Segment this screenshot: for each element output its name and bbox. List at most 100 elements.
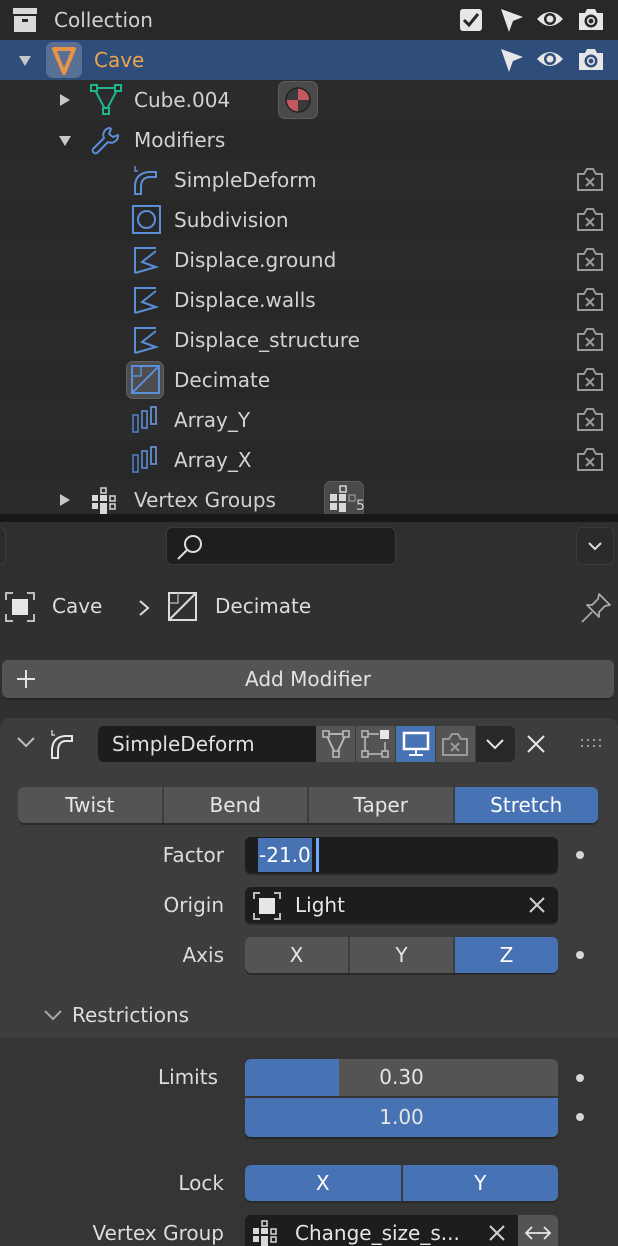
axis-z[interactable]: Z: [455, 937, 558, 973]
limits-label: Limits: [158, 1065, 218, 1089]
modifier-label[interactable]: SimpleDeform: [174, 160, 317, 200]
render-disabled-camera-icon[interactable]: [576, 246, 604, 272]
expand-toggle-icon[interactable]: [60, 494, 70, 506]
area-divider[interactable]: [0, 514, 618, 522]
outliner-modifier-row[interactable]: SimpleDeform: [0, 160, 618, 200]
eye-icon[interactable]: [536, 48, 564, 70]
modifier-label[interactable]: Displace.walls: [174, 280, 316, 320]
outliner-row-cave[interactable]: Cave: [0, 40, 618, 80]
camera-icon[interactable]: [577, 46, 605, 72]
selectable-arrow-icon[interactable]: [499, 7, 525, 33]
render-toggle[interactable]: [436, 726, 475, 762]
pin-icon[interactable]: [580, 592, 612, 624]
modifier-label[interactable]: Array_Y: [174, 400, 250, 440]
outliner-modifier-row[interactable]: Displace.walls: [0, 280, 618, 320]
selectable-arrow-icon[interactable]: [499, 47, 525, 73]
clear-field-close-icon[interactable]: [528, 896, 546, 914]
viewport-display-toggle[interactable]: [396, 726, 435, 762]
factor-input[interactable]: -21.0: [245, 837, 558, 873]
remove-modifier-close-icon[interactable]: [526, 734, 546, 754]
properties-editor: Cave Decimate Add Modifier SimpleDeform: [0, 522, 618, 1246]
mode-bend[interactable]: Bend: [163, 787, 309, 823]
render-disabled-camera-icon[interactable]: [576, 446, 604, 472]
panel-collapse-chevron-icon[interactable]: [16, 736, 36, 750]
modifier-label[interactable]: Displace_structure: [174, 320, 360, 360]
restrictions-subpanel-header[interactable]: Restrictions: [0, 992, 618, 1038]
properties-header: [0, 522, 618, 568]
outliner-row-collection[interactable]: Collection: [0, 0, 618, 40]
origin-label: Origin: [163, 893, 224, 917]
decimate-icon: [168, 592, 198, 622]
render-disabled-camera-icon[interactable]: [576, 206, 604, 232]
expand-toggle-icon[interactable]: [60, 94, 70, 106]
outliner-row-modifiers[interactable]: Modifiers: [0, 120, 618, 160]
material-icon[interactable]: [278, 81, 318, 119]
editor-type-button[interactable]: [0, 527, 6, 565]
animate-property-dot[interactable]: [576, 851, 584, 859]
render-disabled-camera-icon[interactable]: [576, 366, 604, 392]
render-disabled-camera-icon[interactable]: [576, 326, 604, 352]
limit-max-slider[interactable]: 1.00: [245, 1098, 558, 1137]
collection-label: Collection: [54, 8, 153, 32]
vertex-groups-count: 5: [356, 498, 365, 514]
edit-mode-toggle[interactable]: [316, 726, 355, 762]
lock-label: Lock: [178, 1171, 224, 1195]
limit-min-slider[interactable]: 0.30: [245, 1059, 558, 1096]
outliner-modifier-row[interactable]: Decimate: [0, 360, 618, 400]
modifier-label[interactable]: Displace.ground: [174, 240, 336, 280]
drag-handle-icon[interactable]: [580, 738, 604, 750]
limit-min-value: 0.30: [379, 1065, 424, 1089]
search-input[interactable]: [166, 527, 396, 565]
axis-x[interactable]: X: [245, 937, 350, 973]
vertex-group-field[interactable]: Change_size_s...: [245, 1215, 518, 1246]
exclude-checkbox-icon[interactable]: [459, 8, 483, 32]
mode-twist[interactable]: Twist: [18, 787, 164, 823]
limits-group: 0.30 1.00: [245, 1059, 558, 1137]
modifier-label[interactable]: Array_X: [174, 440, 252, 480]
outliner-modifier-row[interactable]: Displace_structure: [0, 320, 618, 360]
outliner-modifier-row[interactable]: Array_Y: [0, 400, 618, 440]
outliner-row-vertex-groups[interactable]: Vertex Groups 5: [0, 480, 618, 516]
axis-y[interactable]: Y: [350, 937, 455, 973]
search-icon: [175, 533, 205, 561]
origin-field[interactable]: Light: [245, 887, 558, 923]
animate-property-dot[interactable]: [576, 1074, 584, 1082]
modifiers-group-label[interactable]: Modifiers: [134, 120, 225, 160]
lock-x[interactable]: X: [245, 1165, 403, 1201]
expand-toggle-icon[interactable]: [59, 136, 71, 146]
camera-icon[interactable]: [577, 6, 605, 32]
render-disabled-camera-icon: [441, 731, 469, 757]
mesh-label[interactable]: Cube.004: [134, 80, 230, 120]
expand-toggle-icon[interactable]: [19, 56, 31, 66]
render-disabled-camera-icon[interactable]: [576, 166, 604, 192]
outliner-modifier-row[interactable]: Subdivision: [0, 200, 618, 240]
mode-stretch[interactable]: Stretch: [454, 787, 598, 823]
lock-y[interactable]: Y: [402, 1165, 558, 1201]
eye-icon[interactable]: [536, 8, 564, 30]
vertex-groups-label[interactable]: Vertex Groups: [134, 480, 276, 516]
breadcrumb-chevron-icon: [137, 599, 151, 617]
render-disabled-camera-icon[interactable]: [576, 286, 604, 312]
modifier-label[interactable]: Subdivision: [174, 200, 289, 240]
add-modifier-button[interactable]: Add Modifier: [2, 660, 614, 698]
outliner-row-mesh[interactable]: Cube.004: [0, 80, 618, 120]
object-bracket-icon: [253, 892, 281, 920]
lock-axes-toggle: X Y: [245, 1165, 558, 1201]
cage-toggle[interactable]: [356, 726, 395, 762]
modifier-extras-dropdown[interactable]: [476, 726, 515, 762]
animate-property-dot[interactable]: [576, 951, 584, 959]
options-dropdown-button[interactable]: [576, 527, 614, 565]
clear-field-close-icon[interactable]: [488, 1224, 506, 1242]
modifier-name-input[interactable]: SimpleDeform: [98, 726, 316, 762]
outliner-modifier-row[interactable]: Array_X: [0, 440, 618, 480]
mode-taper[interactable]: Taper: [309, 787, 455, 823]
outliner-modifier-row[interactable]: Displace.ground: [0, 240, 618, 280]
axis-selector: X Y Z: [245, 937, 558, 973]
invert-vertex-group-button[interactable]: [518, 1215, 558, 1246]
breadcrumb-modifier: Decimate: [215, 594, 312, 618]
render-disabled-camera-icon[interactable]: [576, 406, 604, 432]
animate-property-dot[interactable]: [576, 1113, 584, 1121]
add-modifier-label: Add Modifier: [245, 667, 371, 691]
modifier-label[interactable]: Decimate: [174, 360, 270, 400]
object-label[interactable]: Cave: [94, 40, 144, 80]
